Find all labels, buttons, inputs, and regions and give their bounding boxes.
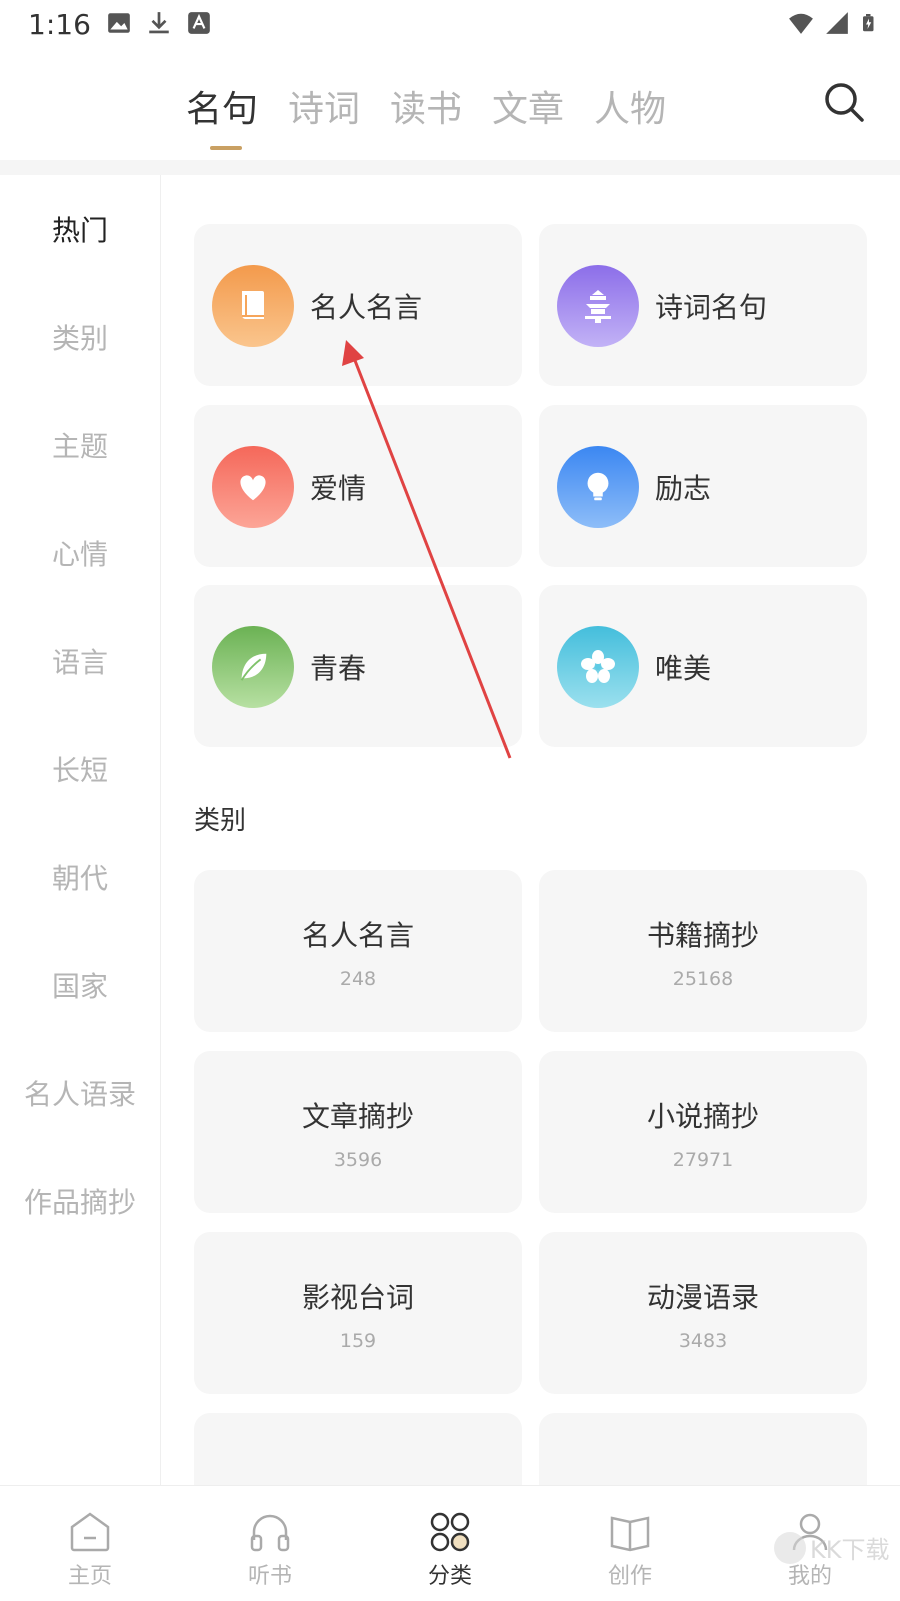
tab-renwu[interactable]: 人物	[594, 80, 666, 132]
leaf-icon	[212, 626, 294, 708]
tab-wenzhang[interactable]: 文章	[492, 80, 564, 132]
home-icon	[70, 1512, 110, 1552]
category-card[interactable]: 名人名言 248	[194, 870, 522, 1032]
sidebar-item-mood[interactable]: 心情	[0, 533, 160, 573]
section-title-category: 类别	[194, 806, 247, 836]
hot-card-label: 诗词名句	[655, 291, 768, 324]
hot-card-love[interactable]: 爱情	[194, 405, 522, 567]
hot-card-poetry-lines[interactable]: 诗词名句	[539, 224, 867, 386]
hot-card-label: 励志	[655, 472, 712, 505]
bottom-navigation: 主页 听书 分类 创作 我的	[0, 1485, 900, 1601]
download-icon	[149, 12, 169, 34]
active-tab-indicator	[210, 146, 242, 150]
signal-icon	[826, 12, 848, 34]
nav-listen[interactable]: 听书	[180, 1486, 360, 1601]
headphones-icon	[250, 1514, 290, 1552]
sidebar-item-celebrity-quotes[interactable]: 名人语录	[0, 1073, 160, 1113]
tab-dushu[interactable]: 读书	[390, 80, 462, 132]
pagoda-icon	[557, 265, 639, 347]
tab-shici[interactable]: 诗词	[288, 80, 360, 132]
header-divider	[0, 160, 900, 175]
top-tab-bar: 名句 诗词 读书 文章 人物	[0, 56, 900, 156]
nav-label: 分类	[427, 1564, 472, 1589]
flower-icon	[557, 626, 639, 708]
category-card[interactable]: 影视台词 159	[194, 1232, 522, 1394]
status-system-icons	[788, 10, 878, 36]
category-count: 3596	[333, 1149, 383, 1171]
nav-create[interactable]: 创作	[540, 1486, 720, 1601]
nav-category[interactable]: 分类	[360, 1486, 540, 1601]
heart-icon	[212, 446, 294, 528]
hot-card-label: 名人名言	[310, 291, 423, 324]
hot-card-aesthetic[interactable]: 唯美	[539, 585, 867, 747]
sidebar-item-language[interactable]: 语言	[0, 641, 160, 681]
sidebar-item-country[interactable]: 国家	[0, 965, 160, 1005]
hot-card-inspirational[interactable]: 励志	[539, 405, 867, 567]
lightbulb-icon	[557, 446, 639, 528]
sidebar-item-dynasty[interactable]: 朝代	[0, 857, 160, 897]
status-time: 1:16	[28, 8, 91, 41]
category-card[interactable]: 书籍摘抄 25168	[539, 870, 867, 1032]
watermark-text: KK下载	[810, 1536, 889, 1564]
nav-home[interactable]: 主页	[0, 1486, 180, 1601]
category-card-partial[interactable]	[194, 1413, 522, 1485]
category-count: 27971	[672, 1149, 734, 1171]
category-name: 影视台词	[301, 1281, 414, 1314]
watermark-logo: KK下载	[770, 1520, 890, 1580]
sidebar-item-excerpts[interactable]: 作品摘抄	[0, 1181, 160, 1221]
category-card-partial[interactable]	[539, 1413, 867, 1485]
sidebar-item-hot[interactable]: 热门	[0, 209, 160, 249]
category-name: 名人名言	[301, 919, 414, 952]
category-count: 159	[339, 1330, 377, 1352]
open-book-icon	[610, 1516, 650, 1552]
category-name: 动漫语录	[646, 1281, 759, 1314]
category-card[interactable]: 小说摘抄 27971	[539, 1051, 867, 1213]
hot-card-youth[interactable]: 青春	[194, 585, 522, 747]
hot-card-label: 唯美	[655, 652, 712, 685]
category-sidebar: 热门 类别 主题 心情 语言 长短 朝代 国家 名人语录 作品摘抄	[0, 175, 161, 1485]
status-bar: 1:16	[0, 0, 900, 50]
status-notifications	[106, 10, 212, 36]
category-name: 文章摘抄	[301, 1100, 414, 1133]
nav-label: 创作	[607, 1564, 652, 1589]
app-notification-icon	[188, 12, 210, 34]
hot-card-famous-quotes[interactable]: 名人名言	[194, 224, 522, 386]
category-name: 书籍摘抄	[646, 919, 759, 952]
hot-card-label: 青春	[310, 652, 367, 685]
category-name: 小说摘抄	[646, 1100, 759, 1133]
battery-icon	[863, 14, 874, 32]
category-card[interactable]: 动漫语录 3483	[539, 1232, 867, 1394]
search-icon[interactable]	[822, 80, 866, 124]
category-count: 3483	[678, 1330, 728, 1352]
category-card[interactable]: 文章摘抄 3596	[194, 1051, 522, 1213]
book-icon	[212, 265, 294, 347]
category-grid-icon	[430, 1512, 470, 1552]
image-icon	[108, 13, 130, 33]
nav-label: 听书	[247, 1564, 292, 1589]
tab-mingju[interactable]: 名句	[186, 80, 258, 132]
category-count: 248	[339, 968, 377, 990]
sidebar-item-theme[interactable]: 主题	[0, 425, 160, 465]
sidebar-item-category[interactable]: 类别	[0, 317, 160, 357]
category-count: 25168	[672, 968, 734, 990]
sidebar-item-length[interactable]: 长短	[0, 749, 160, 789]
wifi-icon	[789, 13, 813, 34]
hot-card-label: 爱情	[310, 472, 367, 505]
nav-label: 主页	[67, 1564, 112, 1589]
